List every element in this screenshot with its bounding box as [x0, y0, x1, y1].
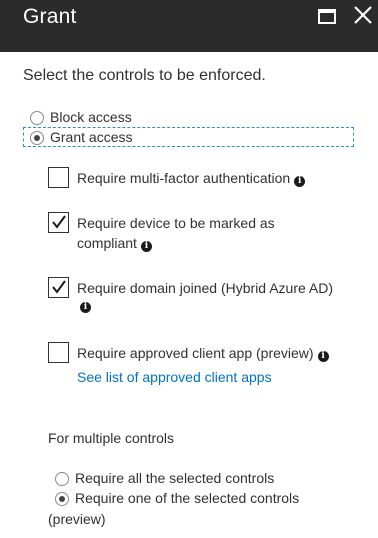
- mfa-label: Require multi-factor authentication i: [77, 168, 306, 188]
- blade-title: Grant: [23, 5, 77, 28]
- require-one-label: Require one of the selected controls: [75, 490, 300, 506]
- instruction-text: Select the controls to be enforced.: [23, 67, 266, 84]
- multiple-controls-heading: For multiple controls: [48, 430, 175, 446]
- block-access-radio[interactable]: [30, 111, 44, 125]
- require-one-label-continuation: (preview): [48, 511, 106, 527]
- info-icon[interactable]: i: [317, 351, 329, 362]
- mfa-label-text: Require multi-factor authentication: [77, 170, 291, 186]
- approved-client-apps-link[interactable]: See list of approved client apps: [77, 369, 272, 385]
- maximize-icon[interactable]: [318, 9, 336, 24]
- approved-client-app-label-text: Require approved client app (preview): [77, 345, 314, 361]
- info-icon[interactable]: i: [140, 241, 152, 252]
- mfa-checkbox[interactable]: [48, 167, 69, 188]
- compliant-device-label: Require device to be marked as compliant…: [77, 213, 292, 253]
- info-icon[interactable]: i: [294, 176, 306, 187]
- blade-header: Grant: [0, 0, 378, 52]
- checkmark-icon: [52, 280, 66, 294]
- require-all-radio[interactable]: [55, 472, 69, 486]
- grant-access-label: Grant access: [50, 129, 133, 145]
- require-one-radio[interactable]: [55, 492, 69, 506]
- compliant-device-checkbox[interactable]: [48, 212, 69, 233]
- compliant-device-label-text: Require device to be marked as compliant: [77, 215, 275, 251]
- close-icon[interactable]: [352, 4, 374, 26]
- checkmark-icon: [52, 215, 66, 229]
- approved-client-app-checkbox[interactable]: [48, 342, 69, 363]
- block-access-label: Block access: [50, 109, 132, 125]
- domain-joined-label: Require domain joined (Hybrid Azure AD): [77, 280, 334, 296]
- require-all-label: Require all the selected controls: [75, 470, 275, 486]
- domain-joined-checkbox[interactable]: [48, 277, 69, 298]
- approved-client-app-label: Require approved client app (preview) i: [77, 343, 329, 363]
- grant-access-radio[interactable]: [30, 131, 44, 145]
- info-icon[interactable]: i: [80, 302, 91, 313]
